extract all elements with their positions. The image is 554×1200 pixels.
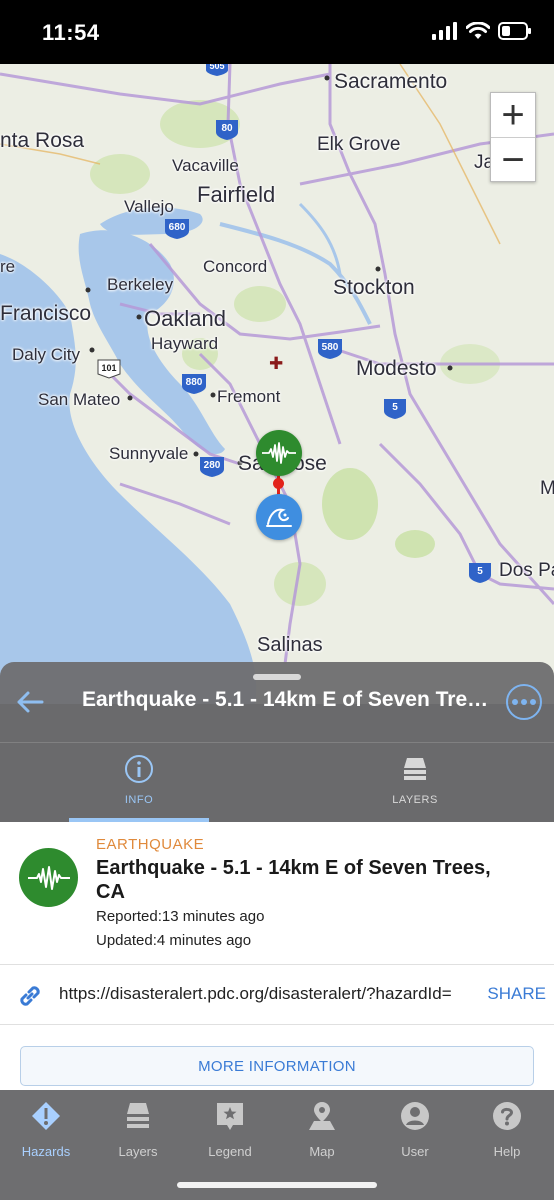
back-arrow-icon[interactable] xyxy=(14,686,46,718)
highway-shield-5-south: 5 xyxy=(477,566,483,577)
map-label-modesto: Modesto xyxy=(356,357,437,380)
reported-time: Reported:13 minutes ago xyxy=(96,908,265,925)
tab-info-label: INFO xyxy=(124,794,154,806)
tsunami-marker[interactable] xyxy=(256,494,302,540)
divider xyxy=(0,1024,554,1025)
map-background xyxy=(0,64,554,704)
zoom-out-button[interactable]: − xyxy=(491,137,535,181)
highway-shield-280: 280 xyxy=(203,460,221,471)
highway-shield-580: 580 xyxy=(321,342,339,353)
highway-shield-880: 880 xyxy=(185,377,203,388)
highway-shield-505: 505 xyxy=(209,64,225,71)
tabbar-label-layers: Layers xyxy=(118,1144,158,1159)
hazard-url-link[interactable]: https://disasteralert.pdc.org/disasteral… xyxy=(59,984,474,1004)
divider xyxy=(0,964,554,965)
updated-time: Updated:4 minutes ago xyxy=(96,932,252,949)
wave-icon xyxy=(266,508,292,527)
map-label-re: re xyxy=(0,257,16,276)
map-label-santa-rosa: nta Rosa xyxy=(0,129,85,152)
legend-map-icon xyxy=(217,1103,243,1130)
hazard-details: EARTHQUAKE Earthquake - 5.1 - 14km E of … xyxy=(0,822,554,1090)
map-label-elk-grove: Elk Grove xyxy=(317,134,401,155)
map-label-stockton: Stockton xyxy=(333,276,415,299)
highway-shield-101: 101 xyxy=(101,363,117,373)
map-label-m: M xyxy=(540,478,554,499)
map-label-sunnyvale: Sunnyvale xyxy=(109,444,189,463)
map-label-oakland: Oakland xyxy=(144,306,226,331)
tab-info[interactable]: INFO xyxy=(69,754,209,806)
earthquake-marker[interactable] xyxy=(256,430,302,476)
more-information-button[interactable]: MORE INFORMATION xyxy=(20,1046,534,1086)
highway-shield-5-north: 5 xyxy=(392,402,398,413)
more-options-button[interactable] xyxy=(506,684,542,720)
map-view[interactable]: 505 80 680 580 880 280 5 5 101 Sacrament… xyxy=(0,64,554,704)
tabbar-label-user: User xyxy=(401,1144,429,1159)
zoom-in-button[interactable]: + xyxy=(491,93,535,137)
sheet-title: Earthquake - 5.1 - 14km E of Seven Trees… xyxy=(82,688,492,711)
tabbar-label-hazards: Hazards xyxy=(21,1144,71,1159)
map-label-fairfield: Fairfield xyxy=(197,182,276,207)
tab-layers-label: LAYERS xyxy=(392,794,438,806)
layers-icon xyxy=(404,758,426,780)
tabbar-item-legend[interactable]: Legend xyxy=(184,1100,276,1159)
location-cross-icon: ✚ xyxy=(269,354,284,373)
wifi-icon xyxy=(466,22,490,39)
hazard-warning-icon xyxy=(32,1102,60,1130)
sheet-drag-handle[interactable] xyxy=(253,674,301,680)
seismograph-icon xyxy=(262,442,296,464)
status-bar: 11:54 xyxy=(0,0,554,64)
status-icons xyxy=(432,22,532,40)
link-icon xyxy=(20,986,40,1006)
help-icon xyxy=(493,1102,521,1130)
layers-icon xyxy=(127,1103,149,1128)
tabbar-item-user[interactable]: User xyxy=(369,1100,461,1159)
map-label-sacramento: Sacramento xyxy=(334,70,448,93)
tabbar-item-hazards[interactable]: Hazards xyxy=(0,1100,92,1159)
share-button[interactable]: SHARE xyxy=(487,984,546,1004)
tab-layers[interactable]: LAYERS xyxy=(345,754,485,806)
status-time: 11:54 xyxy=(42,20,100,45)
map-label-vacaville: Vacaville xyxy=(172,156,239,175)
tabbar-label-legend: Legend xyxy=(208,1144,252,1159)
highway-shield-80: 80 xyxy=(221,123,233,134)
map-label-dos-palos: Dos Pa xyxy=(499,560,554,581)
dot-icon xyxy=(512,699,518,705)
tabbar-item-layers[interactable]: Layers xyxy=(92,1100,184,1159)
seismograph-icon xyxy=(27,865,70,890)
map-label-hayward: Hayward xyxy=(151,334,219,353)
earthquake-hazard-icon xyxy=(19,848,78,907)
dot-icon xyxy=(521,699,527,705)
map-label-francisco: Francisco xyxy=(0,302,92,325)
tabbar-label-help: Help xyxy=(493,1144,521,1159)
map-label-vallejo: Vallejo xyxy=(124,197,174,216)
map-label-berkeley: Berkeley xyxy=(107,275,174,294)
dot-icon xyxy=(530,699,536,705)
home-indicator[interactable] xyxy=(177,1182,377,1188)
hazard-title: Earthquake - 5.1 - 14km E of Seven Trees… xyxy=(96,857,491,903)
info-icon xyxy=(125,755,153,783)
hazard-type: EARTHQUAKE xyxy=(96,836,205,853)
map-label-fremont: Fremont xyxy=(217,387,281,406)
cellular-signal-icon xyxy=(432,22,457,40)
tabbar-item-map[interactable]: Map xyxy=(276,1100,368,1159)
highway-shield-680: 680 xyxy=(168,222,186,233)
sheet-divider xyxy=(0,742,554,743)
battery-icon xyxy=(498,22,531,40)
map-pin-icon xyxy=(309,1102,335,1130)
map-label-daly-city: Daly City xyxy=(12,345,81,364)
tabbar-item-help[interactable]: Help xyxy=(461,1100,553,1159)
map-label-salinas: Salinas xyxy=(257,634,323,656)
bottom-sheet-header: Earthquake - 5.1 - 14km E of Seven Trees… xyxy=(0,662,554,822)
map-label-concord: Concord xyxy=(203,257,268,276)
zoom-controls: + − xyxy=(490,92,536,182)
tabbar-label-map: Map xyxy=(309,1144,335,1159)
user-icon xyxy=(401,1102,429,1130)
epicenter-dot xyxy=(273,478,284,489)
map-label-san-mateo: San Mateo xyxy=(38,390,121,409)
